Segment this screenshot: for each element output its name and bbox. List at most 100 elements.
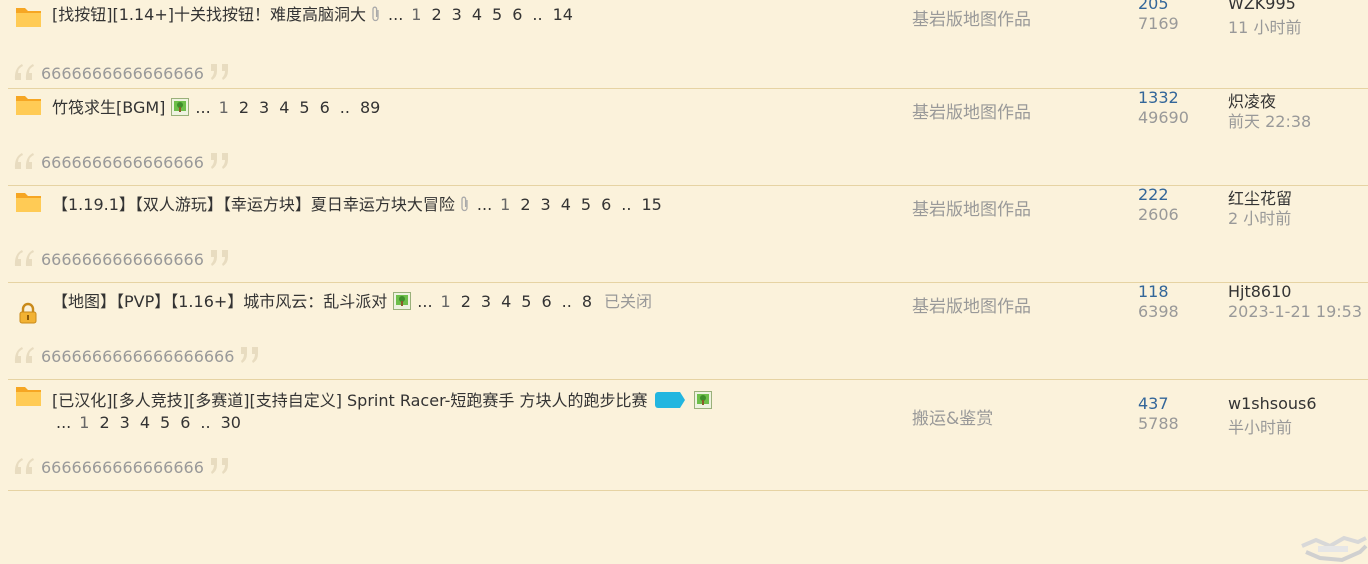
- reply-preview: 6666666666666666: [8, 242, 1368, 282]
- last-page-link[interactable]: 14: [553, 5, 573, 24]
- last-poster-link[interactable]: w1shsous6: [1228, 394, 1317, 413]
- page-link[interactable]: 3: [259, 98, 269, 117]
- page-link[interactable]: 4: [279, 98, 289, 117]
- page-link[interactable]: 4: [561, 195, 571, 214]
- page-link[interactable]: 1: [219, 98, 229, 117]
- page-ellipsis: ...: [388, 5, 404, 24]
- lock-icon: [19, 302, 37, 324]
- reply-count[interactable]: 1332: [1138, 88, 1179, 107]
- page-link[interactable]: 1: [411, 5, 421, 24]
- last-post-time[interactable]: 前天 22:38: [1228, 108, 1311, 132]
- page-link[interactable]: 6: [512, 5, 522, 24]
- reply-count[interactable]: 222: [1138, 185, 1169, 204]
- forum-link[interactable]: 基岩版地图作品: [912, 98, 1031, 123]
- folder-icon: [16, 193, 41, 212]
- page-link[interactable]: 2: [99, 413, 109, 432]
- last-page-link[interactable]: 30: [221, 413, 241, 432]
- forum-link[interactable]: 基岩版地图作品: [912, 292, 1031, 317]
- page-link[interactable]: 2: [461, 292, 471, 311]
- page-link[interactable]: 3: [541, 195, 551, 214]
- reply-preview: 6666666666666666: [8, 450, 1368, 490]
- quote-open-icon: [14, 64, 34, 80]
- page-link[interactable]: 5: [581, 195, 591, 214]
- reply-count[interactable]: 437: [1138, 394, 1169, 413]
- title-wrap: [已汉化][多人竞技][多赛道][支持自定义] Sprint Racer-短跑赛…: [52, 390, 792, 434]
- last-page-link[interactable]: 8: [582, 292, 592, 311]
- thread: 竹筏求生[BGM]... 1 2 3 4 5 6.. 89 基岩版地图作品 1332 49690 炽凌…: [8, 88, 1368, 186]
- quote-close-icon: [211, 458, 228, 474]
- thread: 【地图】【PVP】【1.16+】城市风云：乱斗派对... 1 2 3 4 5 6.. 8 已关闭…: [8, 282, 1368, 380]
- page-link[interactable]: 4: [472, 5, 482, 24]
- page-link[interactable]: 4: [501, 292, 511, 311]
- folder-icon: [16, 96, 41, 115]
- view-count: 5788: [1138, 414, 1179, 433]
- thread-row: 【1.19.1】【双人游玩】【幸运方块】夏日幸运方块大冒险... 1 2 3 4 5 6..…: [8, 185, 1368, 242]
- forum-link[interactable]: 基岩版地图作品: [912, 5, 1031, 30]
- page-link[interactable]: 1: [500, 195, 510, 214]
- image-icon: [171, 98, 190, 116]
- page-ellipsis: ...: [56, 413, 72, 432]
- reply-preview: 6666666666666666666: [8, 339, 1368, 379]
- quote-close-icon: [211, 153, 228, 169]
- page-link[interactable]: 1: [79, 413, 89, 432]
- page-link[interactable]: 2: [239, 98, 249, 117]
- page-link[interactable]: 4: [140, 413, 150, 432]
- last-post-time[interactable]: 2023-1-21 19:53: [1228, 302, 1362, 321]
- view-count: 6398: [1138, 302, 1179, 321]
- view-count: 49690: [1138, 108, 1189, 127]
- page-link[interactable]: 2: [431, 5, 441, 24]
- reply-count[interactable]: 205: [1138, 0, 1169, 13]
- title-wrap: [找按钮][1.14+]十关找按钮！难度高脑洞大... 1 2 3 4 5 6.. 14: [52, 4, 583, 26]
- last-post-time[interactable]: 半小时前: [1228, 414, 1292, 438]
- page-link[interactable]: 3: [120, 413, 130, 432]
- last-poster-link[interactable]: WZK995: [1228, 0, 1296, 13]
- last-page-link[interactable]: 89: [360, 98, 380, 117]
- page-link[interactable]: 6: [180, 413, 190, 432]
- attachment-icon: [372, 6, 379, 22]
- page-link[interactable]: 6: [320, 98, 330, 117]
- page-link[interactable]: 5: [492, 5, 502, 24]
- preview-text: 6666666666666666: [41, 250, 204, 269]
- pagination: 1 2 3 4 5 6.. 30: [79, 413, 251, 432]
- page-dots: ..: [561, 292, 572, 311]
- image-icon: [393, 292, 412, 310]
- page-dots: ..: [532, 5, 543, 24]
- page-dots: ..: [339, 98, 350, 117]
- page-link[interactable]: 3: [481, 292, 491, 311]
- thread: [已汉化][多人竞技][多赛道][支持自定义] Sprint Racer-短跑赛…: [8, 380, 1368, 491]
- page-link[interactable]: 1: [441, 292, 451, 311]
- forum-link[interactable]: 搬运&鉴赏: [912, 404, 993, 429]
- last-poster-link[interactable]: Hjt8610: [1228, 282, 1291, 301]
- last-page-link[interactable]: 15: [641, 195, 661, 214]
- page-link[interactable]: 6: [601, 195, 611, 214]
- last-post-time[interactable]: 11 小时前: [1228, 14, 1301, 38]
- thread-title[interactable]: [已汉化][多人竞技][多赛道][支持自定义] Sprint Racer-短跑赛…: [52, 391, 648, 410]
- reply-count[interactable]: 118: [1138, 282, 1169, 301]
- thread-title[interactable]: 竹筏求生[BGM]: [52, 98, 165, 117]
- page-link[interactable]: 2: [520, 195, 530, 214]
- page-link[interactable]: 5: [299, 98, 309, 117]
- quote-open-icon: [14, 250, 34, 266]
- pagination: 1 2 3 4 5 6.. 8: [441, 292, 602, 311]
- page-link[interactable]: 5: [521, 292, 531, 311]
- pagination: 1 2 3 4 5 6.. 89: [219, 98, 391, 117]
- page-link[interactable]: 5: [160, 413, 170, 432]
- last-post-time[interactable]: 2 小时前: [1228, 205, 1291, 229]
- page-dots: ..: [621, 195, 632, 214]
- quote-open-icon: [14, 347, 34, 363]
- thread-title[interactable]: 【地图】【PVP】【1.16+】城市风云：乱斗派对: [52, 292, 387, 311]
- page-dots: ..: [200, 413, 211, 432]
- thread-row: 竹筏求生[BGM]... 1 2 3 4 5 6.. 89 基岩版地图作品 1332 49690 炽凌…: [8, 88, 1368, 145]
- thread-title[interactable]: 【1.19.1】【双人游玩】【幸运方块】夏日幸运方块大冒险: [52, 195, 455, 214]
- page-link[interactable]: 6: [541, 292, 551, 311]
- featured-badge-icon: [654, 392, 685, 408]
- thread-list: [找按钮][1.14+]十关找按钮！难度高脑洞大... 1 2 3 4 5 6.. 14 基岩版…: [8, 0, 1368, 491]
- back-to-top-icon[interactable]: [1296, 516, 1368, 564]
- title-wrap: 【1.19.1】【双人游玩】【幸运方块】夏日幸运方块大冒险... 1 2 3 4 5 6..…: [52, 194, 672, 216]
- forum-link[interactable]: 基岩版地图作品: [912, 195, 1031, 220]
- quote-close-icon: [211, 64, 228, 80]
- view-count: 2606: [1138, 205, 1179, 224]
- quote-open-icon: [14, 458, 34, 474]
- thread-title[interactable]: [找按钮][1.14+]十关找按钮！难度高脑洞大: [52, 5, 366, 24]
- page-link[interactable]: 3: [452, 5, 462, 24]
